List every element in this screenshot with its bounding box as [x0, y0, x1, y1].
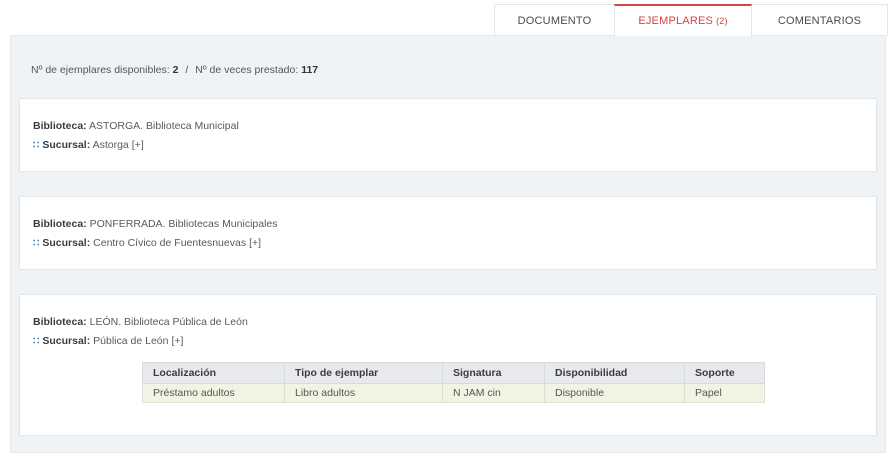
column-header: Tipo de ejemplar [284, 362, 443, 384]
table-cell: Libro adultos [284, 383, 443, 403]
tab-label: EJEMPLARES [638, 15, 714, 27]
ejemplares-panel: Nº de ejemplares disponibles: 2 / Nº de … [10, 35, 886, 453]
biblioteca-name: ASTORGA. Biblioteca Municipal [89, 120, 239, 132]
tab-count: (2) [716, 16, 728, 26]
biblioteca-name: LEÓN. Biblioteca Pública de León [89, 316, 248, 328]
table-cell: Papel [684, 383, 765, 403]
biblioteca-name: PONFERRADA. Bibliotecas Municipales [89, 218, 278, 230]
biblioteca-label: Biblioteca: [33, 316, 87, 328]
library-line: Biblioteca: LEÓN. Biblioteca Pública de … [33, 316, 248, 328]
sucursal-line: ∷ Sucursal: Astorga [+] [33, 139, 144, 151]
tab-comentarios[interactable]: COMENTARIOS [751, 4, 888, 36]
table-cell: N JAM cin [442, 383, 545, 403]
column-header: Soporte [684, 362, 765, 384]
sucursal-name: Astorga [92, 139, 129, 151]
tab-documento[interactable]: DOCUMENTO [494, 4, 615, 36]
tab-bar: DOCUMENTO EJEMPLARES (2) COMENTARIOS [494, 4, 888, 36]
sucursal-name: Pública de León [93, 335, 169, 347]
expand-button[interactable]: [+] [171, 335, 183, 347]
library-line: Biblioteca: PONFERRADA. Bibliotecas Muni… [33, 218, 278, 230]
sucursal-line: ∷ Sucursal: Centro Cívico de Fuentesnueva… [33, 237, 261, 249]
copies-table: Localización Tipo de ejemplar Signatura … [142, 362, 765, 403]
expand-button[interactable]: [+] [249, 237, 261, 249]
column-header: Localización [142, 362, 285, 384]
grid-dots-icon: ∷ [33, 140, 40, 151]
library-card: Biblioteca: PONFERRADA. Bibliotecas Muni… [19, 196, 877, 270]
library-line: Biblioteca: ASTORGA. Biblioteca Municipa… [33, 120, 239, 132]
available-value: 2 [172, 64, 179, 76]
grid-dots-icon: ∷ [33, 238, 40, 249]
loans-value: 117 [301, 64, 319, 76]
table-cell: Préstamo adultos [142, 383, 285, 403]
table-row: Préstamo adultos Libro adultos N JAM cin… [142, 383, 765, 403]
library-card: Biblioteca: LEÓN. Biblioteca Pública de … [19, 294, 877, 436]
sucursal-label: Sucursal: [42, 237, 91, 249]
sucursal-label: Sucursal: [42, 139, 91, 151]
sucursal-name: Centro Cívico de Fuentesnuevas [93, 237, 247, 249]
copies-summary: Nº de ejemplares disponibles: 2 / Nº de … [31, 64, 318, 76]
tab-label: COMENTARIOS [777, 14, 862, 27]
column-header: Signatura [442, 362, 545, 384]
table-cell: Disponible [544, 383, 685, 403]
available-label: Nº de ejemplares disponibles: [31, 64, 170, 76]
sucursal-line: ∷ Sucursal: Pública de León [+] [33, 335, 183, 347]
table-header-row: Localización Tipo de ejemplar Signatura … [142, 362, 765, 384]
biblioteca-label: Biblioteca: [33, 120, 87, 132]
biblioteca-label: Biblioteca: [33, 218, 87, 230]
library-card: Biblioteca: ASTORGA. Biblioteca Municipa… [19, 98, 877, 172]
summary-separator: / [185, 64, 189, 76]
loans-label: Nº de veces prestado: [195, 64, 299, 76]
column-header: Disponibilidad [544, 362, 685, 384]
grid-dots-icon: ∷ [33, 336, 40, 347]
sucursal-label: Sucursal: [42, 335, 91, 347]
tab-label: DOCUMENTO [517, 14, 592, 27]
expand-button[interactable]: [+] [132, 139, 144, 151]
tab-ejemplares[interactable]: EJEMPLARES (2) [614, 4, 752, 36]
